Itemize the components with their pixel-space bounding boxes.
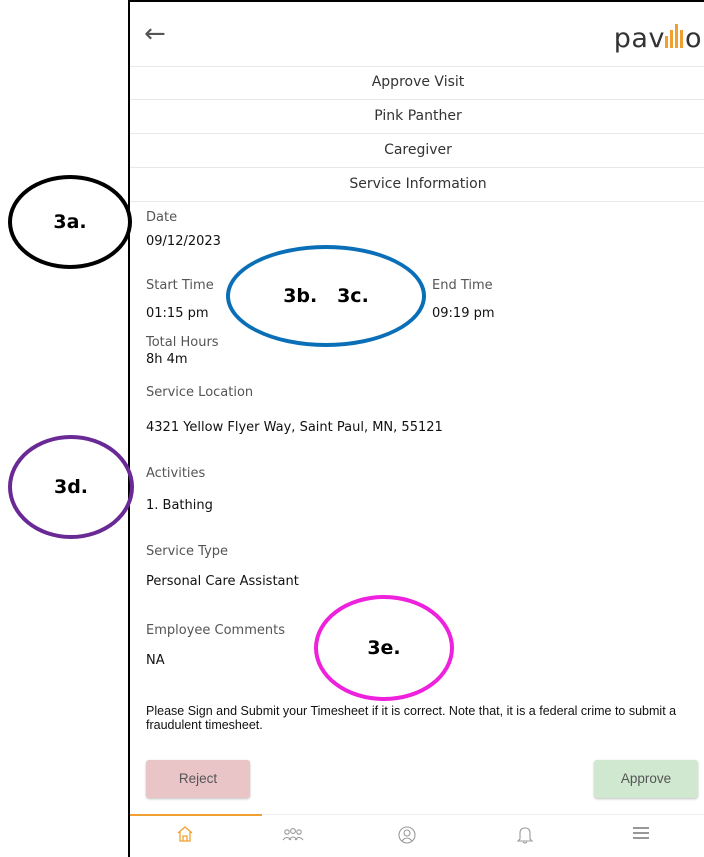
- annotation-3d: 3d.: [8, 435, 134, 539]
- home-icon[interactable]: [170, 825, 200, 849]
- activities-value: 1. Bathing: [146, 498, 213, 513]
- timesheet-notice: Please Sign and Submit your Timesheet if…: [146, 704, 677, 732]
- date-value: 09/12/2023: [146, 234, 221, 249]
- phone-screen: ← pav o Approve Visit Pink Panther Caregi…: [128, 0, 704, 857]
- service-type-value: Personal Care Assistant: [146, 574, 299, 589]
- service-location-value: 4321 Yellow Flyer Way, Saint Paul, MN, 5…: [146, 420, 443, 435]
- arrow-left-icon[interactable]: ←: [144, 16, 166, 52]
- logo-bars-icon: [664, 24, 685, 55]
- end-time-label: End Time: [432, 278, 493, 293]
- annotation-3b-3c: 3b. 3c.: [226, 245, 426, 347]
- active-tab-indicator: [130, 814, 262, 816]
- annotation-3e: 3e.: [314, 595, 454, 701]
- section-approve-visit: Approve Visit: [130, 66, 704, 100]
- bottom-nav: [130, 814, 704, 857]
- service-type-label: Service Type: [146, 544, 229, 559]
- section-client-name: Pink Panther: [130, 100, 704, 134]
- section-service-information: Service Information: [130, 168, 704, 202]
- annotation-3a: 3a.: [8, 175, 132, 269]
- total-hours-label: Total Hours: [146, 335, 219, 350]
- activities-label: Activities: [146, 466, 206, 481]
- bell-icon[interactable]: [510, 825, 540, 849]
- end-time-value: 09:19 pm: [432, 306, 495, 321]
- logo: pav o: [613, 23, 702, 55]
- reject-button[interactable]: Reject: [146, 760, 250, 798]
- menu-icon[interactable]: [626, 825, 656, 849]
- profile-icon[interactable]: [392, 825, 422, 849]
- approve-button[interactable]: Approve: [594, 760, 698, 798]
- date-label: Date: [146, 210, 178, 225]
- people-icon[interactable]: [278, 825, 308, 849]
- total-hours-value: 8h 4m: [146, 352, 188, 367]
- service-location-label: Service Location: [146, 385, 254, 400]
- start-time-value: 01:15 pm: [146, 306, 209, 321]
- section-caregiver: Caregiver: [130, 134, 704, 168]
- employee-comments-label: Employee Comments: [146, 623, 285, 638]
- employee-comments-value: NA: [146, 653, 165, 668]
- top-bar: ← pav o: [130, 2, 704, 67]
- start-time-label: Start Time: [146, 278, 214, 293]
